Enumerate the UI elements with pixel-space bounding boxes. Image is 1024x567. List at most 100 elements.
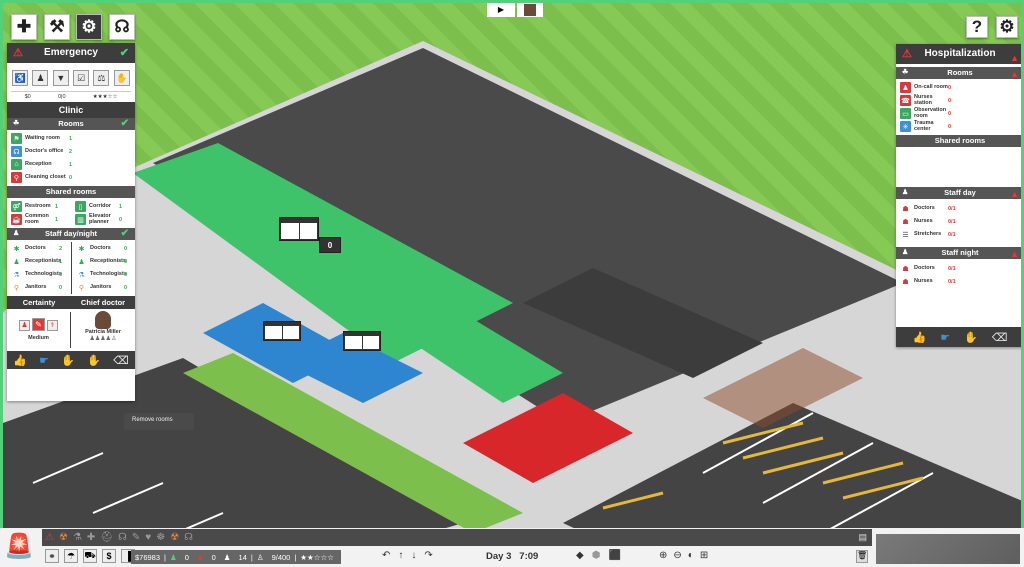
emergency-siren-icon[interactable]: 🚨 [4,532,34,561]
orthopedics-dept-icon[interactable]: ☊ [184,532,193,543]
status-bar: $76983 | ♟ 0 ♟ 0 ♟ 14 | ♙ 9/400 | ★★☆☆☆ [131,550,341,564]
floor-up-icon[interactable]: ↑ [398,550,403,561]
cardiology-dept-icon[interactable]: ♥ [145,532,151,543]
room-row[interactable]: ✳ Trauma center 0 [896,120,1021,133]
receptionist-tool-icon[interactable]: ♟ [32,70,49,86]
hospital-cross-icon[interactable]: ✚ [11,14,37,40]
room-row[interactable]: ♟ On-call room 0 [896,81,1021,94]
room-count: 0 [948,110,952,117]
view-modes: ◆ ⬢ ⬛ [576,550,621,561]
staff-count: 0 [124,271,128,278]
room-row[interactable]: ☎ Nurses station 0 [896,94,1021,107]
room-count: 1 [119,203,123,210]
staff-row[interactable]: ⚗ Technologists 0 [72,268,135,281]
ent-dept-icon[interactable]: ☊ [118,532,127,543]
chief-doctor-card[interactable]: Patricia Miller ♟♟♟♟♙ [71,309,135,351]
surgery-dept-icon[interactable]: ⛑ [100,532,113,543]
remove-rooms-icon[interactable]: ⌫ [113,354,129,367]
radiology-dept-icon[interactable]: ☢ [59,532,68,543]
injection-dept-icon[interactable]: ✎ [132,532,140,543]
capacity-value: 9/400 [271,552,291,562]
zoom-fit-icon[interactable]: ⊞ [700,550,708,561]
remove-rooms-icon[interactable]: ⌫ [992,331,1008,344]
staff-row[interactable]: ♟ Receptionists 0 [72,255,135,268]
scrubs-tool-icon[interactable]: ▼ [52,70,69,86]
staff-row[interactable]: ☗ Nurses 0/1 [896,215,1021,228]
network-tool-icon[interactable]: ⚭ [45,549,59,563]
view-cube-icon[interactable]: ⬛ [608,550,620,561]
stop-hand-icon[interactable]: ✋ [964,331,978,344]
staff-row[interactable]: ☰ Stretchers 0/1 [896,228,1021,241]
staff-count: 0 [124,245,128,252]
shared-room-row[interactable]: ⚤ Restroom 1 [7,200,71,213]
staff-row[interactable]: ⚲ Janitors 0 [7,281,71,294]
lab-dept-icon[interactable]: ⚗ [73,532,82,543]
umbrella-tool-icon[interactable]: ☂ [64,549,78,563]
pointing-hand-icon[interactable]: ☛ [39,354,49,367]
room-sign-1[interactable] [263,321,301,341]
help-button[interactable]: ? [966,16,988,38]
thumbs-up-icon[interactable]: 👍 [13,354,27,367]
emergency-dept-icon[interactable]: ⚠ [45,532,54,543]
elevator-icon: ▥ [75,214,86,225]
gears-icon[interactable]: ⚙ [76,14,102,40]
staff-row[interactable]: ☗ Nurses 0/1 [896,275,1021,288]
game-clock: Day 3 7:09 [486,551,538,562]
build-hammer-icon[interactable]: ⚒ [44,14,70,40]
finance-tool-icon[interactable]: $ [102,549,116,563]
room-row[interactable]: ⚑ Waiting room 1 [7,132,135,145]
staff-row[interactable]: ☗ Doctors 0/1 [896,202,1021,215]
minimap[interactable] [876,534,1020,564]
certainty-low-button[interactable]: ♟ [19,319,30,331]
view-eye-icon[interactable]: ◆ [576,550,584,561]
rotate-right-icon[interactable]: ↷ [424,550,432,561]
janitor-icon: ⚲ [78,284,85,292]
checkbox-tool-icon[interactable]: ☑ [73,70,90,86]
hand-tool-icon[interactable]: ✋ [113,70,130,86]
zoom-in-icon[interactable]: ⊕ [659,550,667,561]
floor-down-icon[interactable]: ↓ [411,550,416,561]
waiting-room-tool-icon[interactable]: ♿ [12,70,29,86]
room-row[interactable]: ▭ Observation room 0 [896,107,1021,120]
settings-gear-icon[interactable]: ⚙ [996,16,1018,38]
rooms-icon: ☘ [902,69,909,76]
trash-icon[interactable]: 🗑 [856,550,868,563]
check-icon: ✔ [119,47,129,59]
hospital-map[interactable] [3,3,1024,567]
certainty-medium-button[interactable]: ✎ [32,318,45,331]
medical-dept-icon[interactable]: ✚ [87,532,95,543]
zoom-out-icon[interactable]: ⊖ [673,550,681,561]
clipboard-icon[interactable]: ▤ [858,532,867,543]
camera-tab-play[interactable]: ▶ [487,3,515,17]
staff-row[interactable]: ✱ Doctors 2 [7,242,71,255]
staff-row[interactable]: ⚲ Janitors 0 [72,281,135,294]
view-walls-icon[interactable]: ⬢ [592,550,601,561]
staff-row[interactable]: ⚗ Technologists 0 [7,268,71,281]
zoom-reset-icon[interactable]: ◐ [688,550,694,561]
pointing-hand-icon[interactable]: ☛ [940,331,950,344]
staff-label: Doctors [914,204,935,211]
shared-room-row[interactable]: ▯ Corridor 1 [71,200,135,213]
certainty-high-button[interactable]: ⚕ [47,319,58,331]
room-sign-2[interactable] [343,331,381,351]
stop-hand-icon[interactable]: ✋ [61,354,75,367]
oncology-dept-icon[interactable]: ☢ [170,532,179,543]
stethoscope-icon[interactable]: ☊ [109,14,135,40]
room-row[interactable]: ⚲ Cleaning closet 0 [7,171,135,184]
camera-tab-portrait[interactable] [517,3,543,17]
neurology-dept-icon[interactable]: ☸ [156,532,165,543]
shared-room-row[interactable]: ▥ Elevator planner 0 [71,213,135,226]
ambulance-tool-icon[interactable]: ⛟ [83,549,97,563]
room-row[interactable]: ⌂ Reception 1 [7,158,135,171]
staff-row[interactable]: ✱ Doctors 0 [72,242,135,255]
staff-row[interactable]: ☗ Doctors 0/1 [896,262,1021,275]
scale-tool-icon[interactable]: ⚖ [93,70,110,86]
thumbs-up-icon[interactable]: 👍 [913,331,927,344]
game-world[interactable]: 0 ✚ ⚒ ⚙ ☊ ? ⚙ ▶ ⚠ Emergency ✔ ♿ ♟ ▼ ☑ ⚖ … [0,0,1024,567]
room-row[interactable]: ☊ Doctor's office 2 [7,145,135,158]
staff-row[interactable]: ♟ Receptionists 1 [7,255,71,268]
rotate-left-icon[interactable]: ↶ [382,550,390,561]
shared-room-row[interactable]: ☕ Common room 1 [7,213,71,226]
doctor-office-sign[interactable] [279,217,319,241]
nurse-icon: ☗ [902,278,909,286]
